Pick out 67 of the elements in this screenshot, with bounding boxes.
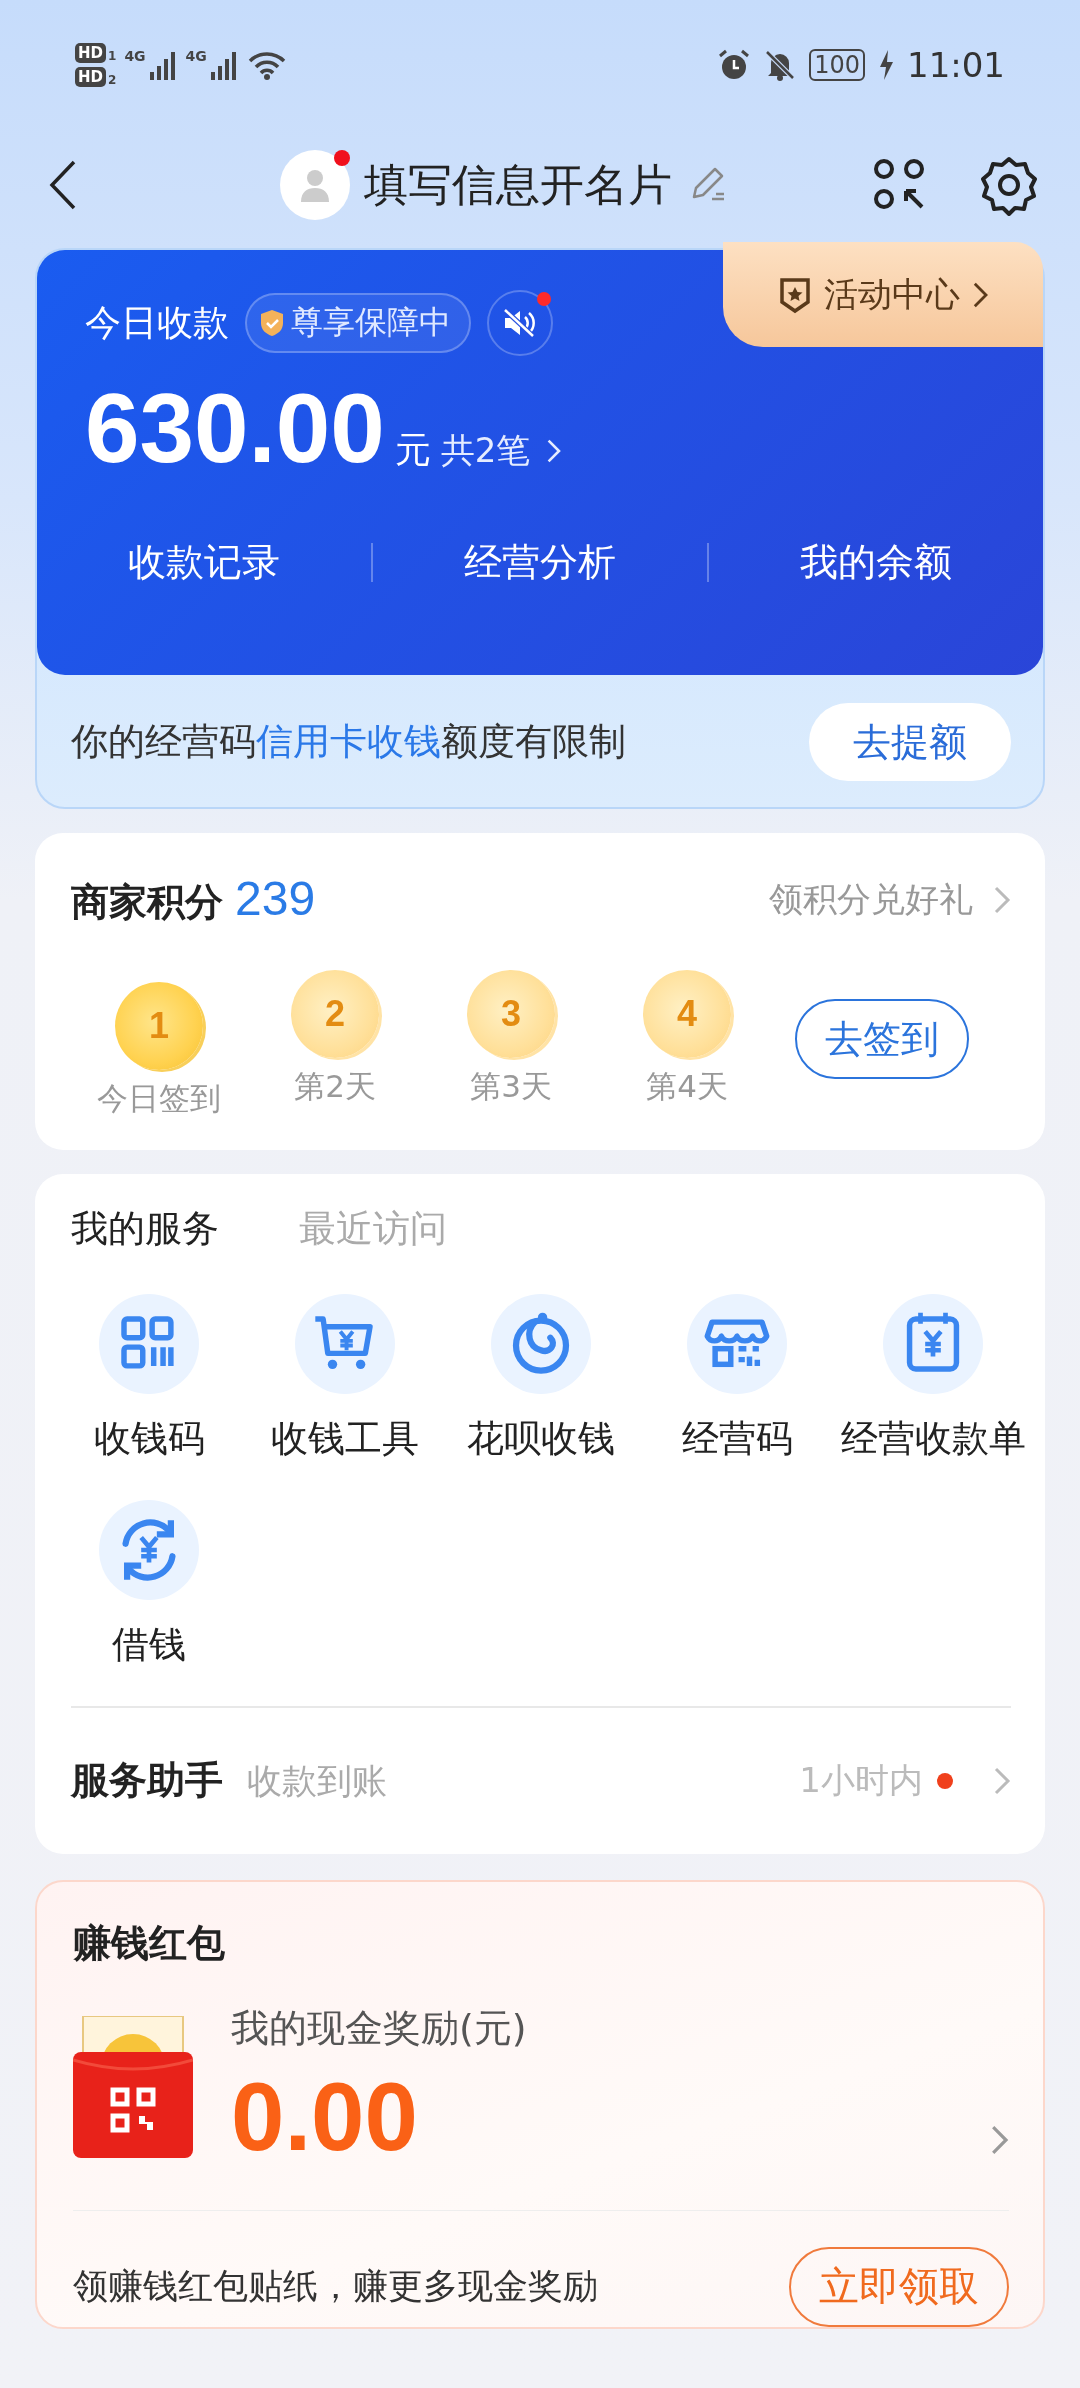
service-item[interactable]: 收钱码 <box>51 1294 247 1464</box>
check-in-button[interactable]: 去签到 <box>795 999 969 1079</box>
bill-icon <box>883 1294 983 1394</box>
reward-amount: 0.00 <box>231 2061 419 2172</box>
transaction-count-link[interactable]: 共2笔 <box>440 428 562 474</box>
cart-icon <box>295 1294 395 1394</box>
qr-icon <box>99 1294 199 1394</box>
back-icon[interactable] <box>48 159 78 211</box>
sim-slot: 2 <box>108 73 117 87</box>
envelope-icon <box>73 2016 193 2158</box>
mute-icon <box>502 307 538 339</box>
service-tab[interactable]: 我的服务 <box>71 1204 219 1254</box>
assistant-title: 服务助手 <box>71 1757 223 1804</box>
chevron-icon <box>989 2123 1009 2156</box>
wifi-icon <box>246 49 287 81</box>
charging-icon <box>877 48 895 82</box>
battery-level: 100 <box>809 49 865 81</box>
service-item[interactable]: 借钱 <box>51 1500 247 1670</box>
raise-limit-button[interactable]: 去提额 <box>809 703 1011 781</box>
currency-unit: 元 <box>394 428 431 472</box>
assistant-subtitle: 收款到账 <box>247 1760 387 1803</box>
sound-toggle[interactable] <box>487 290 553 356</box>
day-coin: 3 <box>467 970 555 1058</box>
alarm-icon <box>717 48 752 82</box>
day-label: 第3天 <box>470 1067 552 1106</box>
day-label: 第4天 <box>646 1067 728 1106</box>
promo-text: 领赚钱红包贴纸，赚更多现金奖励 <box>73 2265 598 2308</box>
assistant-time: 1小时内 <box>799 1758 923 1802</box>
activity-center-tab[interactable]: 活动中心 <box>723 242 1043 347</box>
network-type: 4G <box>124 48 146 64</box>
protection-badge[interactable]: 尊享保障中 <box>245 293 471 353</box>
day-label: 今日签到 <box>97 1079 221 1118</box>
shop-icon <box>687 1294 787 1394</box>
chevron-icon <box>993 884 1011 915</box>
chevron-icon <box>546 438 562 464</box>
hd-badge: HD <box>75 43 106 63</box>
card-link[interactable]: 我的余额 <box>708 537 1043 588</box>
card-title: 今日收款 <box>85 300 229 345</box>
network-type: 4G <box>185 48 207 64</box>
clock-time: 11:01 <box>907 45 1005 85</box>
chevron-icon <box>993 1765 1011 1796</box>
card-link[interactable]: 收款记录 <box>37 537 372 588</box>
exchange-icon <box>99 1500 199 1600</box>
person-icon <box>299 168 331 202</box>
settings-icon[interactable] <box>978 154 1040 216</box>
service-item[interactable]: 经营收款单 <box>835 1294 1031 1464</box>
limit-notice: 你的经营码信用卡收钱额度有限制 <box>71 719 626 765</box>
day-coin: 1 <box>115 982 203 1070</box>
points-title: 商家积分 <box>71 879 223 926</box>
day-coin: 2 <box>291 970 379 1058</box>
day-label: 第2天 <box>294 1067 376 1106</box>
hd-badge: HD <box>75 67 106 87</box>
chevron-icon <box>971 280 989 309</box>
page-title: 填写信息开名片 <box>364 157 672 212</box>
swirl-icon <box>491 1294 591 1394</box>
shield-check-icon <box>259 308 285 338</box>
badge-star-icon <box>777 275 812 314</box>
service-item[interactable]: 收钱工具 <box>247 1294 443 1464</box>
points-value: 239 <box>235 871 316 926</box>
service-item[interactable]: 花呗收钱 <box>443 1294 639 1464</box>
service-item[interactable]: 经营码 <box>639 1294 835 1464</box>
today-amount: 630.00 <box>85 372 385 485</box>
card-link[interactable]: 经营分析 <box>372 537 708 588</box>
sim-slot: 1 <box>108 49 117 63</box>
day-coin: 4 <box>643 970 731 1058</box>
reward-label: 我的现金奖励(元) <box>231 2004 528 2052</box>
reward-card-title: 赚钱红包 <box>73 1919 226 1967</box>
